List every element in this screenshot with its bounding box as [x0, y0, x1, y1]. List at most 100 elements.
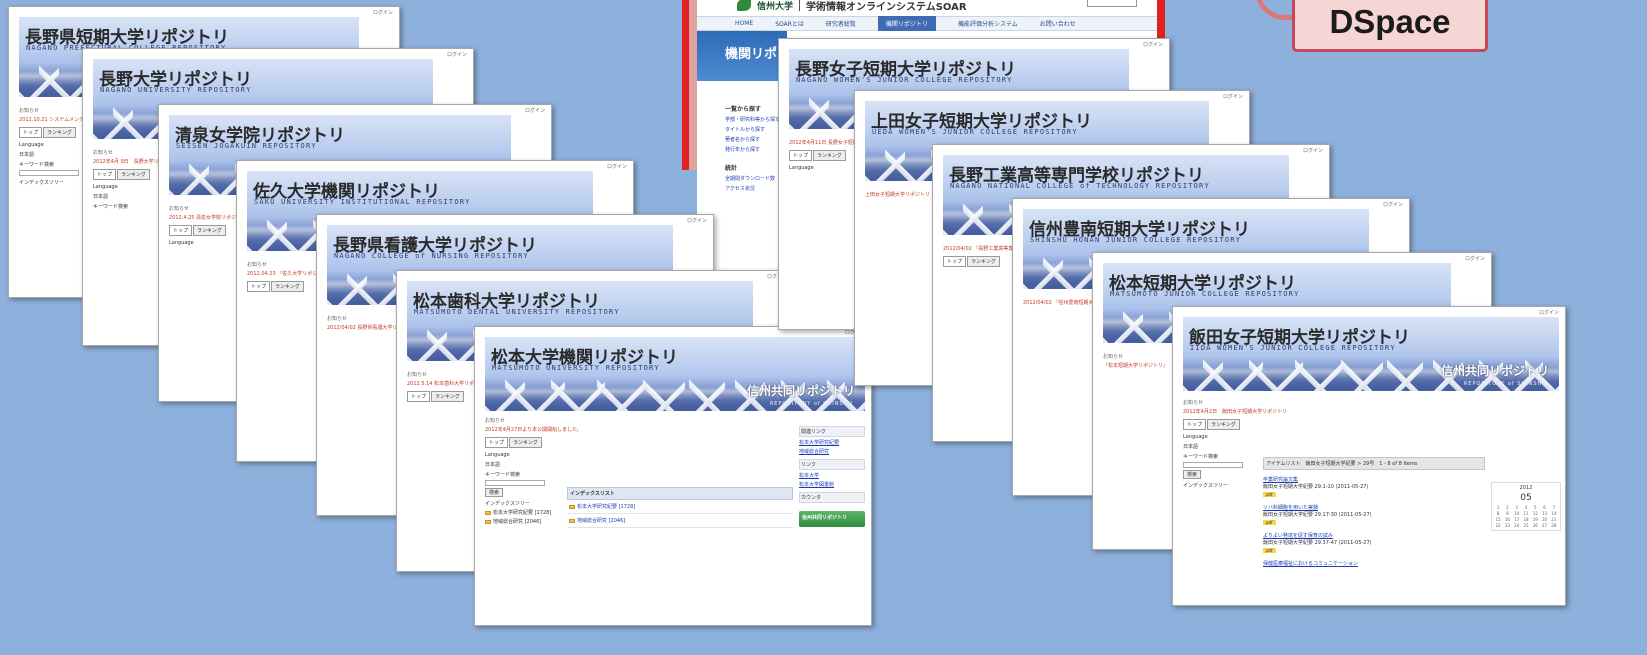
login-link[interactable]: ログイン: [607, 163, 627, 170]
tab-ranking[interactable]: ランキング: [509, 437, 542, 448]
login-link[interactable]: ログイン: [373, 9, 393, 16]
soar-side-link[interactable]: 著者名から探す: [725, 136, 785, 143]
search-button[interactable]: 検索: [1183, 470, 1202, 479]
login-link[interactable]: ログイン: [1223, 93, 1243, 100]
login-link[interactable]: ログイン: [1143, 41, 1163, 48]
repo-sidebar: 上田女子短期大学リポジトリ: [865, 191, 935, 200]
tab-ranking[interactable]: ランキング: [431, 391, 464, 402]
tab-ranking[interactable]: ランキング: [193, 225, 226, 236]
tab-ranking[interactable]: ランキング: [967, 256, 1000, 267]
repo-subtitle: MATSUMOTO DENTAL UNIVERSITY REPOSITORY: [414, 308, 620, 316]
login-link[interactable]: ログイン: [1383, 201, 1403, 208]
related-link[interactable]: 松本大学研究紀要: [799, 439, 865, 446]
item-title[interactable]: 卒業研究論文集: [1263, 476, 1485, 483]
soar-nav-analysis[interactable]: 機能評価分析システム: [958, 19, 1018, 28]
notice-text: 2012年4月 9日 長野大学リポジトリ: [93, 159, 179, 165]
soar-system-title: 学術情報オンラインシステムSOAR: [806, 1, 967, 13]
keyword-input[interactable]: [19, 170, 79, 176]
index-row[interactable]: 地域総合研究 [2046]: [567, 514, 793, 528]
soar-side-link[interactable]: 学部・研究科等から探す: [725, 116, 785, 123]
tab-ranking[interactable]: ランキング: [813, 150, 846, 161]
item-title[interactable]: ソバ科細胞を用いた実験: [1263, 504, 1485, 511]
tab-top[interactable]: トップ: [789, 150, 813, 161]
list-item: 卒業研究論文集 飯田女子短期大学紀要 29.1-10 (2011-05-27) …: [1263, 476, 1485, 498]
brand-mark: 信州共同リポジトリ: [1440, 364, 1549, 378]
language-select[interactable]: 日本語: [93, 193, 163, 200]
keyword-input[interactable]: [1183, 462, 1243, 468]
repo-subtitle: SEISEN JOGAKUIN REPOSITORY: [176, 142, 317, 150]
language-label: Language: [93, 184, 118, 190]
pdf-button[interactable]: pdf: [1263, 520, 1276, 525]
language-select[interactable]: 日本語: [485, 461, 561, 468]
tab-top[interactable]: トップ: [247, 281, 271, 292]
pdf-button[interactable]: pdf: [1263, 548, 1276, 553]
tab-top[interactable]: トップ: [943, 256, 967, 267]
notice-text: 2012/04/02 長野県看護大学リポジトリ: [327, 325, 418, 331]
notice-heading: お知らせ: [1183, 400, 1203, 406]
soar-frame-pink: [689, 0, 697, 170]
shinshu-repository-banner-button[interactable]: 信州共同リポジトリ: [799, 511, 865, 527]
soar-side-link[interactable]: 全期間ダウンロード数: [725, 175, 785, 182]
notice-heading: お知らせ: [327, 316, 347, 322]
tab-top[interactable]: トップ: [93, 169, 117, 180]
link-item[interactable]: 松本大学図書館: [799, 481, 865, 488]
soar-nav-home[interactable]: HOME: [735, 20, 753, 27]
soar-nav-repository[interactable]: 機関リポジトリ: [877, 16, 936, 31]
tree-item[interactable]: 松本大学研究紀要 [1728]: [485, 509, 561, 516]
tree-item[interactable]: 地域総合研究 [2046]: [485, 518, 561, 525]
soar-side-link[interactable]: 発行年から探す: [725, 146, 785, 153]
list-item: よりよい発達を促す保育の試み 飯田女子短期大学紀要 29.37-47 (2011…: [1263, 532, 1485, 554]
list-item: 保健医療福祉におけるコミュニケーション: [1263, 560, 1485, 567]
dspace-callout: DSpace: [1292, 0, 1488, 52]
index-tree-label: インデックスツリー: [1183, 483, 1228, 489]
item-title[interactable]: よりよい発達を促す保育の試み: [1263, 532, 1485, 539]
repo-subtitle: MATSUMOTO UNIVERSITY REPOSITORY: [492, 364, 660, 372]
item-title[interactable]: 保健医療福祉におけるコミュニケーション: [1263, 560, 1485, 567]
repo-sidebar: 2012/04/02 『信州豊南短期大学リポジトリ』: [1023, 299, 1128, 308]
soar-side-link[interactable]: アクセス状況: [725, 185, 785, 192]
notice-heading: お知らせ: [19, 108, 39, 114]
soar-nav-about[interactable]: SOARとは: [775, 19, 804, 28]
link-item[interactable]: 松本大学: [799, 472, 865, 479]
language-select[interactable]: 日本語: [19, 151, 89, 158]
related-link[interactable]: 地域総合研究: [799, 448, 865, 455]
tab-ranking[interactable]: ランキング: [43, 127, 76, 138]
login-link[interactable]: ログイン: [1465, 255, 1485, 262]
tab-top[interactable]: トップ: [485, 437, 509, 448]
index-row[interactable]: 松本大学研究紀要 [1728]: [567, 500, 793, 514]
tab-ranking[interactable]: ランキング: [271, 281, 304, 292]
tab-ranking[interactable]: ランキング: [1207, 419, 1240, 430]
notice-text: 2012.5.14 松本歯科大学リポジトリ: [407, 381, 490, 387]
tab-top[interactable]: トップ: [407, 391, 431, 402]
search-button[interactable]: 検索: [485, 488, 504, 497]
folder-icon: [485, 510, 491, 515]
soar-search-input[interactable]: [1087, 0, 1137, 7]
notice-text: 上田女子短期大学リポジトリ: [865, 192, 931, 198]
keyword-input[interactable]: [485, 480, 545, 486]
login-link[interactable]: ログイン: [447, 51, 467, 58]
soar-nav-contact[interactable]: お問い合わせ: [1040, 19, 1076, 28]
login-link[interactable]: ログイン: [1539, 309, 1559, 316]
repo-subtitle: NAGANO WOMEN'S JUNIOR COLLEGE REPOSITORY: [796, 76, 1013, 84]
soar-nav-researchers[interactable]: 研究者総覧: [826, 19, 856, 28]
repo-subtitle: UEDA WOMEN'S JUNIOR COLLEGE REPOSITORY: [872, 128, 1078, 136]
login-link[interactable]: ログイン: [687, 217, 707, 224]
pdf-button[interactable]: pdf: [1263, 492, 1276, 497]
soar-separator: [799, 0, 801, 11]
keyword-label: キーワード検索: [485, 472, 521, 478]
repo-subtitle: NAGANO UNIVERSITY REPOSITORY: [100, 86, 252, 94]
index-list: インデックスリスト 松本大学研究紀要 [1728] 地域総合研究 [2046]: [567, 487, 793, 528]
login-link[interactable]: ログイン: [1303, 147, 1323, 154]
language-label: Language: [789, 165, 814, 171]
tab-bar: トップ ランキング: [485, 437, 561, 448]
callout-arrow: [1255, 0, 1295, 20]
soar-side-link[interactable]: タイトルから探す: [725, 126, 785, 133]
tab-ranking[interactable]: ランキング: [117, 169, 150, 180]
language-select[interactable]: 日本語: [1183, 443, 1259, 450]
repo-sidebar: お知らせ 2012年4月 9日 長野大学リポジトリ トップ ランキング Langu…: [93, 149, 179, 210]
tab-top[interactable]: トップ: [169, 225, 193, 236]
tab-bar: トップ ランキング: [789, 150, 859, 161]
login-link[interactable]: ログイン: [525, 107, 545, 114]
tab-top[interactable]: トップ: [1183, 419, 1207, 430]
tab-top[interactable]: トップ: [19, 127, 43, 138]
